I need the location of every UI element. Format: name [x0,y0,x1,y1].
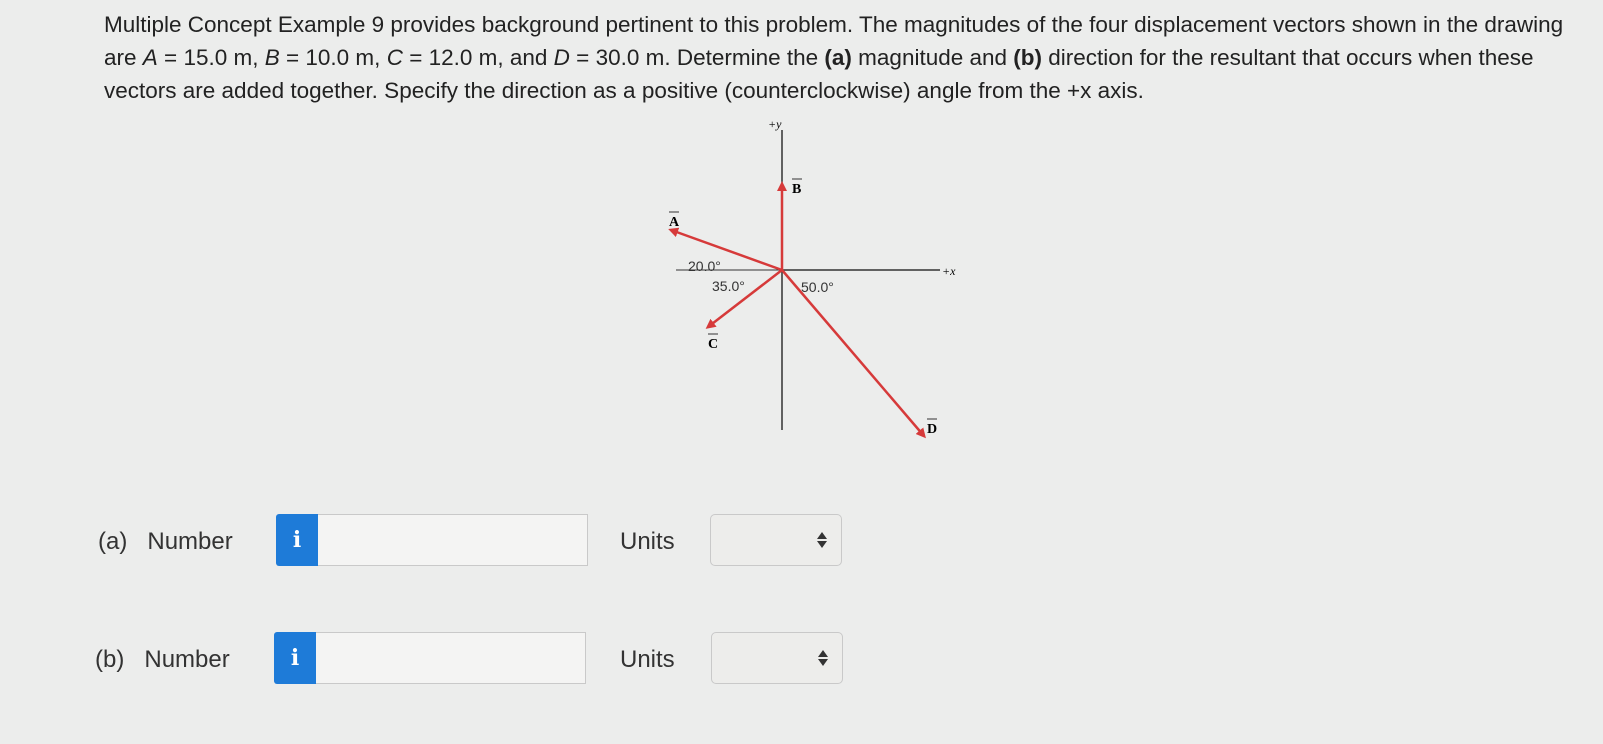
label-B: B [792,182,801,197]
vector-diagram: +y +x A B C D 20.0° 35.0° 50.0° [640,115,1000,445]
part-a-tag: (a) [824,45,852,70]
label-C: C [708,337,718,352]
part-a-label: (a) Number [98,528,233,555]
symbol-C: C [386,45,403,70]
angle-label-35: 35.0° [712,278,745,294]
part-b-label: (b) Number [95,646,230,673]
units-label-b: Units [620,646,675,673]
part-b-tag: (b) [1013,45,1043,70]
value-D: = 30.0 m. Determine the [569,45,825,70]
info-icon[interactable]: i [274,632,316,684]
problem-statement: Multiple Concept Example 9 provides back… [104,8,1564,107]
problem-text-mid: magnitude and [851,45,1014,70]
value-A: = 15.0 m, [157,45,265,70]
info-icon[interactable]: i [276,514,318,566]
value-C: = 12.0 m, and [402,45,554,70]
label-D: D [927,422,937,437]
updown-arrow-icon [818,650,828,666]
units-select-b[interactable] [711,632,843,684]
symbol-A: A [142,45,158,70]
number-input-b[interactable] [316,632,586,684]
value-B: = 10.0 m, [279,45,387,70]
y-axis-label: +y [768,117,782,131]
label-A: A [669,215,680,230]
updown-arrow-icon [817,532,827,548]
symbol-B: B [264,45,280,70]
angle-label-20: 20.0° [688,258,721,274]
angle-label-50: 50.0° [801,279,834,295]
x-axis-label: +x [942,264,956,278]
units-label-a: Units [620,528,675,555]
units-select-a[interactable] [710,514,842,566]
symbol-D: D [553,45,570,70]
number-input-a[interactable] [318,514,588,566]
vector-diagram-svg: +y +x A B C D 20.0° 35.0° 50.0° [668,117,956,439]
